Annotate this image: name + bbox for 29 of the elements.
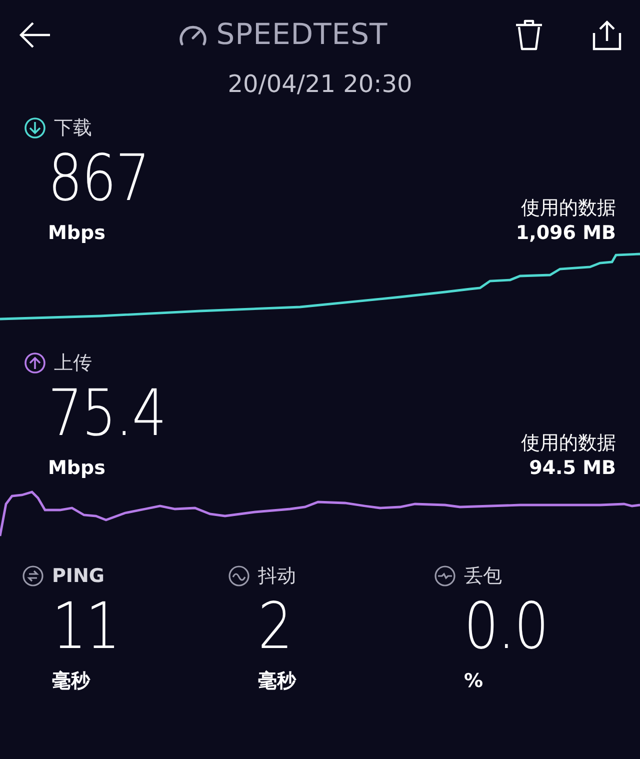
upload-icon (24, 352, 46, 374)
data-used-label: 使用的数据 (520, 196, 616, 221)
data-used-value: 94.5 MB (528, 456, 616, 482)
speed-unit: Mbps (48, 456, 106, 478)
metric-label: 抖动 (258, 564, 296, 589)
metric-unit: 毫秒 (258, 670, 296, 692)
metric-label: PING (52, 564, 104, 589)
download-speed: 867 (48, 146, 150, 210)
share-icon[interactable] (592, 19, 622, 51)
ping-icon (22, 565, 44, 588)
data-used-value: 1,096 MB (516, 221, 616, 246)
metric-value: 2 (258, 594, 292, 658)
data-used-label: 使用的数据 (521, 430, 616, 456)
metric-unit: 毫秒 (52, 670, 90, 692)
loss-icon (434, 565, 456, 588)
metric-value: 0.0 (464, 594, 548, 658)
download-icon (24, 117, 46, 140)
metric-label: 丢包 (464, 564, 502, 589)
metric-unit: % (464, 670, 483, 692)
jitter-icon (228, 565, 250, 588)
app-title: SPEEDTEST (216, 16, 388, 54)
back-icon[interactable] (18, 21, 52, 49)
upload-speed: 75.4 (48, 382, 166, 446)
test-date: 20/04/21 20:30 (226, 69, 414, 100)
download-label: 下载 (54, 116, 92, 141)
trash-icon[interactable] (514, 19, 544, 51)
upload-label: 上传 (54, 351, 92, 376)
speed-unit: Mbps (48, 222, 106, 244)
metric-value: 11 (52, 594, 120, 658)
